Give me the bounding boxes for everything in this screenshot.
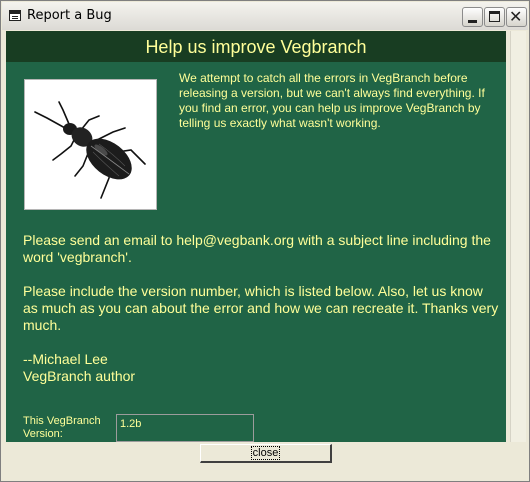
signature-role: VegBranch author [23, 368, 136, 384]
version-label: This VegBranch Version: [23, 415, 101, 440]
close-window-button[interactable]: ✕ [506, 7, 527, 27]
header-band: Help us improve Vegbranch [6, 31, 506, 62]
title-bar[interactable]: Report a Bug ✕ [2, 2, 528, 30]
maximize-button[interactable] [484, 7, 505, 27]
minimize-icon [468, 20, 477, 23]
vertical-scrollbar[interactable] [510, 31, 526, 442]
email-instructions: Please send an email to help@vegbank.org… [23, 232, 491, 265]
version-instructions: Please include the version number, which… [23, 283, 499, 333]
intro-text: We attempt to catch all the errors in Ve… [179, 71, 485, 130]
close-x-icon: ✕ [509, 7, 523, 26]
form-icon[interactable] [9, 10, 21, 21]
signature-name: --Michael Lee [23, 351, 108, 367]
close-button-label: close [250, 446, 281, 460]
beetle-illustration [34, 101, 146, 199]
version-field[interactable]: 1.2b [116, 414, 254, 442]
close-button[interactable]: close [200, 444, 332, 463]
report-bug-window: Report a Bug ✕ Help us improve Vegbranch [0, 0, 530, 482]
maximize-icon [489, 11, 500, 22]
form-header-title: Help us improve Vegbranch [145, 37, 367, 57]
minimize-button[interactable] [462, 7, 483, 27]
beetle-image [24, 79, 157, 210]
window-title: Report a Bug [27, 8, 112, 23]
form-body: Help us improve Vegbranch We attempt to … [6, 31, 506, 442]
